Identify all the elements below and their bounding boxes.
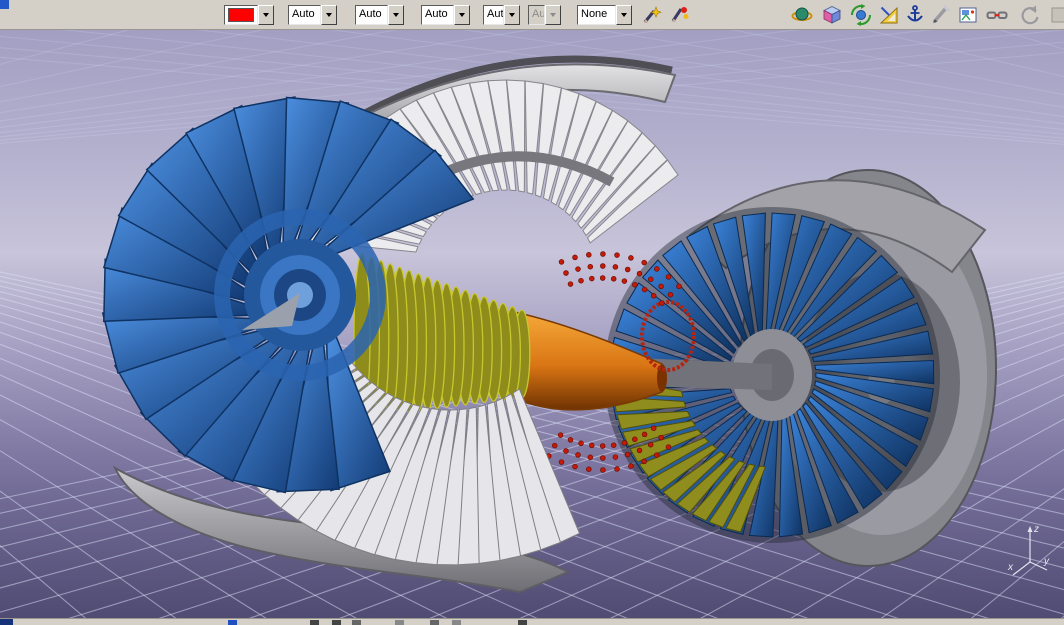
dropdown-auto-3[interactable]: Auto	[421, 5, 470, 25]
axis-label-x: x	[1007, 562, 1014, 573]
color-dropdown-arrow[interactable]	[258, 5, 274, 25]
dropdown-auto-5-value: Aut	[528, 5, 545, 25]
bottom-icon-stub	[395, 620, 404, 625]
dropdown-auto-4[interactable]: Aut	[483, 5, 520, 25]
pen-sparkle-icon[interactable]	[640, 4, 664, 26]
bottom-icon-stub	[518, 620, 527, 625]
dropdown-auto-2-value: Auto	[355, 5, 388, 25]
link-chain-icon[interactable]	[985, 4, 1009, 26]
dropdown-auto-3-value: Auto	[421, 5, 454, 25]
dropdown-none[interactable]: None	[577, 5, 632, 25]
image-frame-icon[interactable]	[956, 4, 980, 26]
chevron-down-icon	[550, 13, 556, 17]
bottom-toolbar[interactable]	[0, 618, 1064, 625]
dropdown-auto-1-arrow[interactable]	[321, 5, 337, 25]
bottom-icon-stub	[332, 620, 341, 625]
color-swatch	[228, 8, 254, 22]
partial-icon[interactable]	[1048, 4, 1064, 26]
top-toolbar: Auto Auto Auto Aut Aut None	[0, 0, 1064, 30]
dropdown-auto-2[interactable]: Auto	[355, 5, 404, 25]
axis-label-z: z	[1033, 524, 1039, 535]
dropdown-auto-1[interactable]: Auto	[288, 5, 337, 25]
axis-triad: z x y	[1007, 524, 1050, 576]
chevron-down-icon	[621, 13, 627, 17]
axis-label-y: y	[1043, 556, 1050, 567]
anchor-icon[interactable]	[903, 4, 927, 26]
sketch-ruler-icon[interactable]	[877, 4, 901, 26]
color-field	[224, 5, 258, 25]
bottom-icon-stub	[452, 620, 461, 625]
brush-colors-icon[interactable]	[667, 4, 691, 26]
chevron-down-icon	[459, 13, 465, 17]
color-dropdown[interactable]	[224, 5, 274, 25]
bottom-icon-stub	[352, 620, 361, 625]
dropdown-auto-5-disabled: Aut	[528, 5, 561, 25]
chevron-down-icon	[263, 13, 269, 17]
dropdown-auto-1-value: Auto	[288, 5, 321, 25]
fan-hub	[214, 209, 386, 381]
engine-model[interactable]	[101, 55, 997, 594]
bottom-icon-stub	[430, 620, 439, 625]
dropdown-none-arrow[interactable]	[616, 5, 632, 25]
bottom-corner	[0, 619, 13, 625]
bottom-icon-stub	[310, 620, 319, 625]
refresh-icon[interactable]	[1018, 4, 1042, 26]
window-corner	[0, 0, 9, 9]
viewport-3d[interactable]: z x y	[0, 30, 1064, 618]
dropdown-auto-4-value: Aut	[483, 5, 504, 25]
chevron-down-icon	[326, 13, 332, 17]
attach-pencil-icon[interactable]	[929, 4, 953, 26]
rotate-view-icon[interactable]	[849, 4, 873, 26]
chevron-down-icon	[509, 13, 515, 17]
dropdown-auto-3-arrow[interactable]	[454, 5, 470, 25]
dropdown-none-value: None	[577, 5, 616, 25]
dropdown-auto-4-arrow[interactable]	[504, 5, 520, 25]
measure-cube-icon[interactable]	[820, 4, 844, 26]
bottom-icon-stub	[228, 620, 237, 625]
dropdown-auto-5-arrow	[545, 5, 561, 25]
render-material-icon[interactable]	[790, 4, 814, 26]
chevron-down-icon	[393, 13, 399, 17]
dropdown-auto-2-arrow[interactable]	[388, 5, 404, 25]
